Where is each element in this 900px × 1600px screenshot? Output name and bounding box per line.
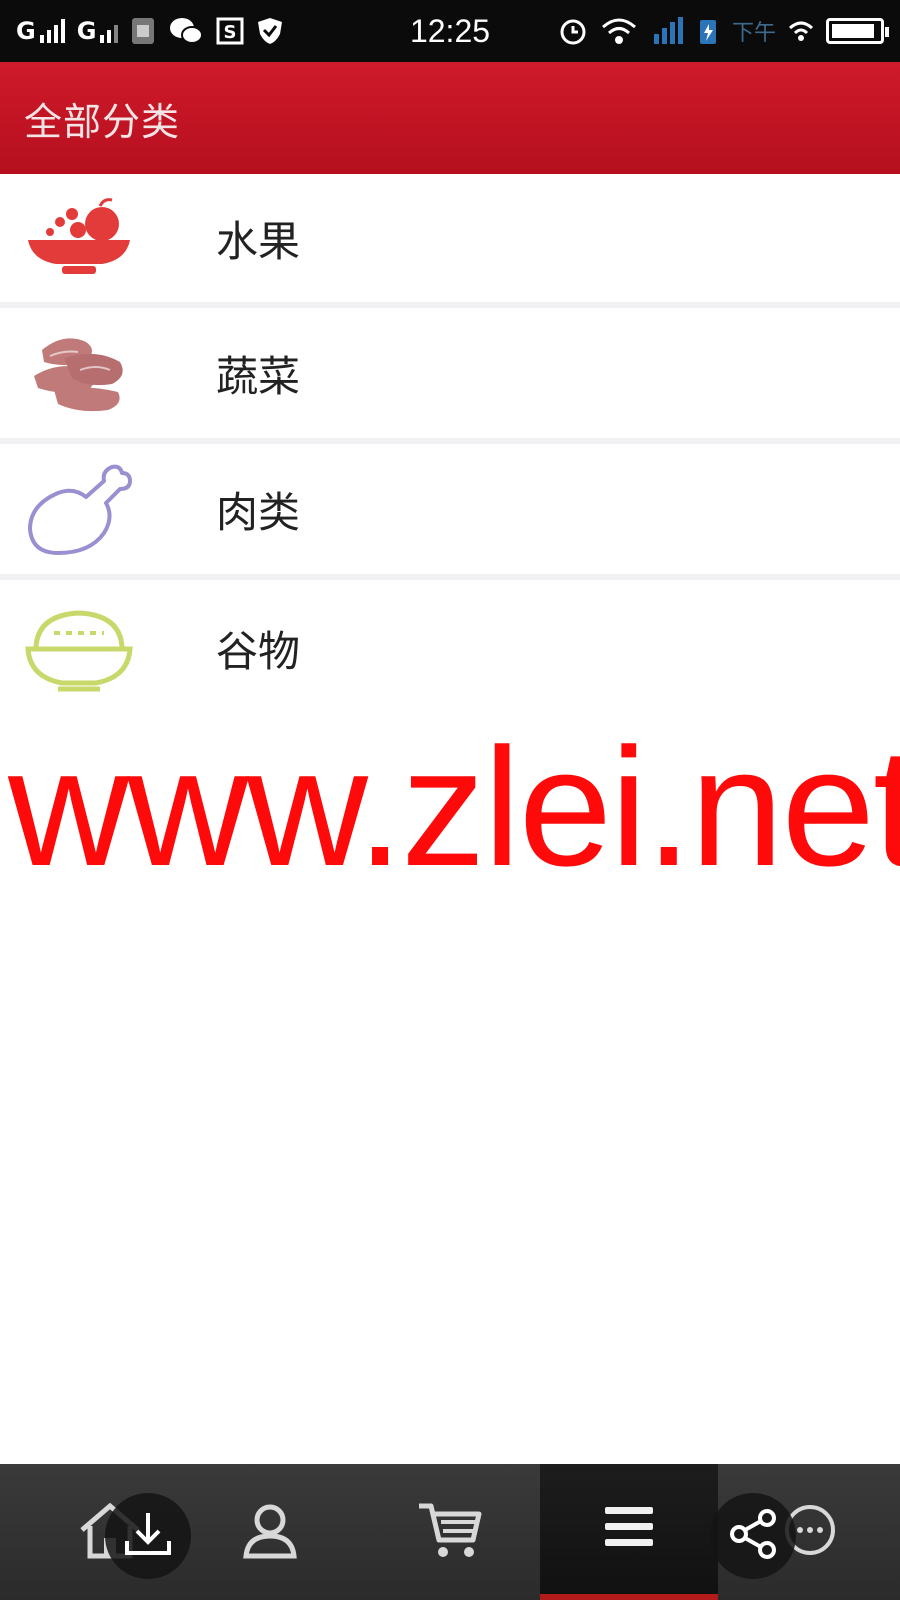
watermark-text: www.zlei.net [8, 722, 900, 892]
download-button[interactable] [105, 1493, 191, 1579]
nav-cart[interactable] [380, 1464, 520, 1600]
signal-bars-icon [39, 19, 65, 43]
category-list: 水果 蔬菜 肉类 谷物 [0, 174, 900, 716]
status-bar: G G S 12:25 下午 [0, 0, 900, 62]
category-item-grain[interactable]: 谷物 [0, 580, 900, 716]
category-label: 肉类 [216, 487, 301, 537]
carrier-1-label: G [16, 17, 36, 45]
signal-2: G [77, 17, 119, 45]
data-signal-icon [650, 16, 684, 46]
svg-text:S: S [224, 22, 237, 43]
signal-1: G [16, 17, 65, 45]
signal-bars-icon [100, 19, 119, 43]
page-title: 全部分类 [24, 99, 181, 144]
category-item-fruit[interactable]: 水果 [0, 174, 900, 308]
share-button[interactable] [710, 1493, 796, 1579]
carrier-2-label: G [76, 17, 97, 45]
menu-icon [603, 1505, 655, 1553]
nav-user[interactable] [200, 1464, 340, 1600]
share-icon [727, 1508, 779, 1564]
charging-icon [696, 16, 720, 46]
download-icon [123, 1509, 173, 1563]
alarm-icon [558, 16, 588, 46]
status-right: 下午 [558, 15, 889, 47]
status-ampm: 下午 [731, 21, 776, 46]
nav-menu[interactable] [540, 1464, 718, 1600]
fruit-bowl-icon [24, 188, 134, 288]
drumstick-icon [24, 459, 134, 559]
app-header: 全部分类 [0, 62, 900, 174]
category-label: 蔬菜 [216, 351, 301, 401]
category-item-vegetable[interactable]: 蔬菜 [0, 308, 900, 444]
status-left: G G S [16, 16, 284, 46]
screen: G G S 12:25 下午 全部分类 水果 蔬菜 肉类 谷物 www.zlei… [0, 0, 900, 1600]
s-app-icon: S [216, 17, 244, 45]
vegetable-icon [24, 323, 134, 423]
wechat-icon [168, 16, 204, 46]
category-item-meat[interactable]: 肉类 [0, 444, 900, 580]
sim-icon [130, 16, 156, 46]
user-icon [240, 1500, 300, 1564]
status-time: 12:25 [409, 12, 491, 49]
battery-icon [826, 18, 889, 44]
shield-icon [256, 16, 284, 46]
category-label: 水果 [216, 216, 301, 266]
category-label: 谷物 [216, 626, 301, 676]
wifi-small-icon [788, 20, 814, 42]
wifi-icon [600, 16, 638, 46]
rice-bowl-icon [24, 598, 134, 698]
cart-icon [417, 1500, 483, 1564]
